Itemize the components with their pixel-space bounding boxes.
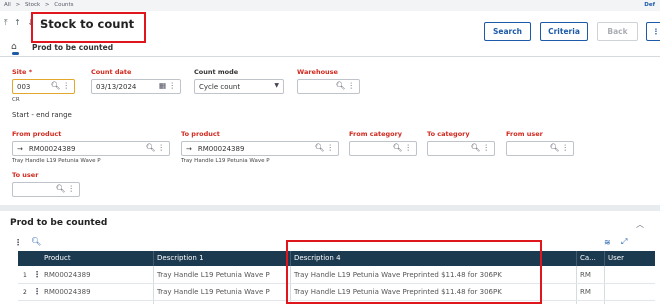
cell-product[interactable]: RM00024389	[44, 267, 91, 284]
from-user-label: From user	[506, 130, 543, 138]
cell-product[interactable]: RM00024389	[44, 284, 91, 301]
cell-description-1[interactable]: Tray Handle L19 Petunia Wave P	[157, 284, 270, 301]
row-menu-icon[interactable]: ⋮	[33, 287, 41, 296]
tab-indicator	[12, 52, 19, 55]
breadcrumb-sep: >	[44, 2, 50, 8]
home-icon[interactable]: ⌂	[11, 42, 17, 52]
from-category-label: From category	[349, 130, 403, 138]
more-actions-button[interactable]: ⋮	[646, 22, 660, 41]
to-user-field[interactable]: 🔍︎ ⋮	[12, 182, 80, 197]
site-value: 003	[17, 82, 31, 91]
highlight-box-title	[31, 12, 146, 43]
chevron-down-icon[interactable]: ▼	[274, 82, 279, 89]
count-mode-select[interactable]: Cycle count ▼	[194, 79, 284, 94]
search-icon[interactable]: 🔍︎ ⋮	[550, 143, 569, 152]
search-icon[interactable]: 🔍︎ ⋮	[393, 143, 412, 152]
search-icon[interactable]: 🔍︎ ⋮	[336, 81, 355, 90]
to-product-value: RM00024389	[197, 144, 245, 153]
to-category-field[interactable]: 🔍︎ ⋮	[427, 141, 495, 156]
site-field[interactable]: 003 🔍︎ ⋮	[12, 79, 75, 94]
count-date-field[interactable]: 03/13/2024 ▦ ⋮	[91, 79, 181, 94]
criteria-button[interactable]: Criteria	[540, 22, 588, 41]
calendar-icon[interactable]: ▦ ⋮	[159, 81, 176, 90]
cell-category[interactable]: RM	[580, 267, 591, 284]
to-category-label: To category	[427, 130, 470, 138]
arrow-right-icon: →	[17, 144, 23, 153]
chevron-up-icon[interactable]: ︿	[636, 219, 644, 230]
from-product-label: From product	[12, 130, 62, 138]
count-date-label: Count date	[91, 68, 132, 76]
column-header-product[interactable]: Product	[44, 251, 71, 266]
cell-category[interactable]: RM	[580, 284, 591, 301]
breadcrumb-all[interactable]: All	[4, 2, 11, 8]
from-product-description: Tray Handle L19 Petunia Wave P	[12, 158, 101, 164]
search-icon[interactable]: 🔍︎ ⋮	[146, 143, 165, 152]
search-icon[interactable]: 🔍︎ ⋮	[56, 184, 75, 193]
search-icon[interactable]: 🔍︎ ⋮	[315, 143, 334, 152]
search-icon[interactable]: 🔍︎	[31, 237, 41, 246]
highlight-box-description-4	[286, 240, 542, 304]
row-number: 2	[23, 289, 27, 296]
breadcrumb-counts[interactable]: Counts	[54, 2, 73, 8]
warehouse-label: Warehouse	[297, 68, 338, 76]
from-user-field[interactable]: 🔍︎ ⋮	[506, 141, 574, 156]
arrow-right-icon: →	[186, 144, 192, 153]
count-mode-value: Cycle count	[199, 82, 241, 91]
warehouse-field[interactable]: 🔍︎ ⋮	[297, 79, 360, 94]
site-description: CR	[12, 97, 20, 103]
breadcrumb-sep: >	[15, 2, 21, 8]
column-header-user[interactable]: User	[608, 251, 624, 266]
search-icon[interactable]: 🔍︎ ⋮	[51, 81, 70, 90]
row-number: 1	[23, 272, 27, 279]
expand-icon[interactable]: ⤢	[621, 237, 627, 247]
to-product-description: Tray Handle L19 Petunia Wave P	[181, 158, 270, 164]
grid-title: Prod to be counted	[10, 218, 108, 228]
cell-description-1[interactable]: Tray Handle L19 Petunia Wave P	[157, 267, 270, 284]
from-category-field[interactable]: 🔍︎ ⋮	[349, 141, 417, 156]
breadcrumb: All > Stock > Counts Def	[0, 0, 660, 11]
search-icon[interactable]: 🔍︎ ⋮	[471, 143, 490, 152]
breadcrumb-right-link[interactable]: Def	[644, 0, 655, 11]
to-product-field[interactable]: → RM00024389 🔍︎ ⋮	[181, 141, 339, 156]
column-header-description-1[interactable]: Description 1	[157, 251, 204, 266]
site-label: Site *	[12, 68, 33, 76]
to-user-label: To user	[12, 171, 39, 179]
count-date-value: 03/13/2024	[96, 82, 137, 91]
from-product-value: RM00024389	[28, 144, 76, 153]
row-menu-icon[interactable]: ⋮	[33, 270, 41, 279]
range-section-title: Start - end range	[12, 111, 72, 119]
to-product-label: To product	[181, 130, 220, 138]
from-product-field[interactable]: → RM00024389 🔍︎ ⋮	[12, 141, 170, 156]
grid-menu-icon[interactable]: ⋮	[14, 238, 22, 247]
count-mode-label: Count mode	[194, 68, 239, 76]
layers-icon[interactable]: ≋	[604, 238, 611, 247]
back-button[interactable]: Back	[597, 22, 638, 41]
search-button[interactable]: Search	[484, 22, 531, 41]
section-tab-label[interactable]: Prod to be counted	[32, 43, 113, 52]
breadcrumb-stock[interactable]: Stock	[25, 2, 40, 8]
column-header-category[interactable]: Ca...	[580, 251, 596, 266]
